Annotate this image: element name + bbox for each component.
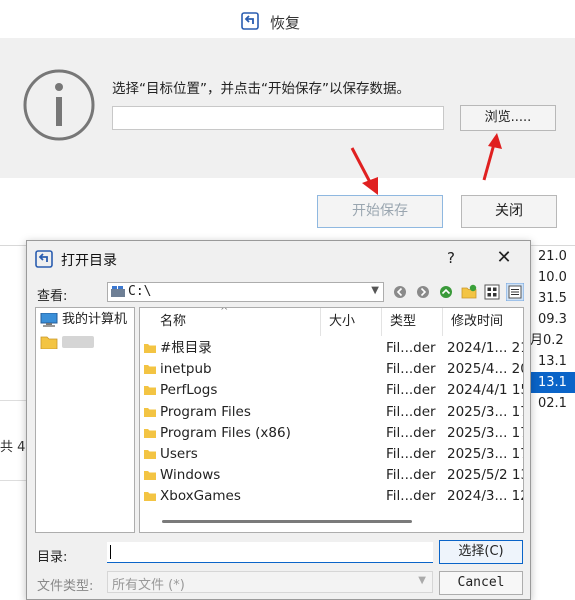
file-row[interactable]: Users Fil...der 2025/3... 17 <box>140 444 523 465</box>
info-icon <box>23 69 95 141</box>
open-dialog-title: 打开目录 <box>61 253 117 269</box>
start-save-button[interactable]: 开始保存 <box>317 195 443 228</box>
file-row[interactable]: PerfLogs Fil...der 2024/4/1 15 <box>140 380 523 401</box>
restore-dialog: 恢复 选择“目标位置”，并点击“开始保存”以保存数据。 浏览..... 开始保存… <box>0 0 575 246</box>
folder-icon <box>144 344 156 353</box>
folder-icon <box>144 428 156 438</box>
look-in-value: C:\ <box>128 284 152 299</box>
file-row[interactable]: inetpub Fil...der 2025/4... 20 <box>140 359 523 380</box>
horizontal-scrollbar[interactable] <box>144 518 521 526</box>
background-row: 10.0 <box>538 270 567 285</box>
file-list: ^ 名称 大小 类型 修改时间 #根目录 Fil...der 2024/1... 2… <box>139 307 524 533</box>
file-name: Users <box>160 446 198 462</box>
column-header-size[interactable]: 大小 <box>321 308 382 336</box>
background-count-text: 共 4 <box>0 440 26 455</box>
sort-ascending-icon: ^ <box>220 307 229 317</box>
folder-icon <box>144 386 156 396</box>
file-row[interactable]: Windows Fil...der 2025/5/2 13 <box>140 465 523 486</box>
file-modified: 2024/4/1 15 <box>447 382 523 399</box>
background-row: 31.5 <box>538 291 567 306</box>
directory-input[interactable] <box>107 542 433 563</box>
file-type: Fil...der <box>386 361 436 378</box>
file-type: Fil...der <box>386 446 436 462</box>
file-modified: 2025/3... 17 <box>447 424 523 441</box>
folder-icon <box>144 365 156 375</box>
column-header-type[interactable]: 类型 <box>382 308 443 336</box>
close-button[interactable]: 关闭 <box>461 195 557 228</box>
new-folder-icon[interactable] <box>460 283 478 301</box>
file-name: Windows <box>160 467 221 484</box>
folder-icon <box>40 336 58 349</box>
sidebar-item-folder[interactable] <box>40 332 94 352</box>
folder-icon <box>144 407 156 417</box>
restore-dialog-title: 恢复 <box>270 14 301 32</box>
background-row: 09.3 <box>538 312 567 327</box>
file-modified: 2025/3... 17 <box>447 446 523 462</box>
file-name: XboxGames <box>160 488 241 505</box>
restore-instruction: 选择“目标位置”，并点击“开始保存”以保存数据。 <box>112 81 410 97</box>
folder-icon <box>144 492 156 502</box>
column-header-name[interactable]: ^ 名称 <box>140 308 321 336</box>
column-header-modified[interactable]: 修改时间 <box>443 308 523 336</box>
list-view-icon[interactable] <box>483 283 501 301</box>
file-type: Fil...der <box>386 424 436 441</box>
background-row: 02.1 <box>538 396 567 411</box>
background-row: 13.1 <box>530 372 575 393</box>
file-name: Program Files (x86) <box>160 424 291 441</box>
help-button[interactable]: ? <box>441 247 461 269</box>
back-icon[interactable] <box>391 283 409 301</box>
file-name: #根目录 <box>160 340 212 356</box>
sidebar-item-label: 我的计算机 <box>62 312 128 327</box>
file-modified: 2024/3... 12 <box>447 488 523 505</box>
file-type: Fil...der <box>386 340 436 356</box>
file-modified: 2025/4... 20 <box>447 361 523 378</box>
file-type-combo[interactable]: 所有文件 (*) ▼ <box>107 571 433 593</box>
close-dialog-button[interactable]: ✕ <box>493 247 515 269</box>
file-name: Program Files <box>160 403 251 420</box>
select-button[interactable]: 选择(C) <box>439 540 523 564</box>
app-logo-icon <box>35 250 53 268</box>
file-name: PerfLogs <box>160 382 218 399</box>
detail-view-icon[interactable] <box>506 283 524 301</box>
file-type: Fil...der <box>386 467 436 484</box>
app-logo-icon <box>241 12 259 30</box>
computer-icon <box>40 312 58 327</box>
file-type: Fil...der <box>386 488 436 505</box>
sidebar-item-my-computer[interactable]: 我的计算机 <box>40 310 127 330</box>
file-modified: 2025/3... 17 <box>447 403 523 420</box>
file-type: Fil...der <box>386 382 436 399</box>
file-row[interactable]: Program Files Fil...der 2025/3... 17 <box>140 402 523 423</box>
text-caret <box>110 545 111 559</box>
file-name: inetpub <box>160 361 212 378</box>
chevron-down-icon: ▼ <box>418 575 426 586</box>
file-type-label: 文件类型: <box>37 579 94 594</box>
redacted-label <box>62 335 94 348</box>
look-in-combo[interactable]: C:\ ▼ <box>107 282 384 302</box>
cancel-button[interactable]: Cancel <box>439 571 523 595</box>
forward-icon[interactable] <box>414 283 432 301</box>
folder-icon <box>144 450 156 459</box>
background-row: 21.0 <box>538 249 567 264</box>
chevron-down-icon: ▼ <box>371 285 379 296</box>
look-in-label: 查看: <box>37 289 68 304</box>
folder-icon <box>144 471 156 481</box>
file-row[interactable]: #根目录 Fil...der 2024/1... 21 <box>140 338 523 359</box>
directory-label: 目录: <box>37 550 68 565</box>
drive-icon <box>111 286 125 297</box>
file-row[interactable]: Program Files (x86) Fil...der 2025/3... 17 <box>140 423 523 444</box>
file-modified: 2025/5/2 13 <box>447 467 523 484</box>
target-path-input[interactable] <box>112 106 444 130</box>
background-row: 13.1 <box>538 354 567 369</box>
scrollbar-thumb[interactable] <box>162 520 412 523</box>
places-sidebar: 我的计算机 <box>35 307 135 533</box>
file-type-value: 所有文件 (*) <box>112 578 185 593</box>
parent-directory-icon[interactable] <box>437 283 455 301</box>
browse-button[interactable]: 浏览..... <box>460 105 556 131</box>
file-type: Fil...der <box>386 403 436 420</box>
file-modified: 2024/1... 21 <box>447 340 523 356</box>
file-row[interactable]: XboxGames Fil...der 2024/3... 12 <box>140 486 523 507</box>
open-directory-dialog: 打开目录 ? ✕ 查看: C:\ ▼ 我的计算机 ^ 名称 大小 类型 修改时间… <box>26 240 531 600</box>
background-table-fragment: 21.0 10.0 31.5 09.3 月0.2 13.1 13.1 02.1 <box>530 240 575 411</box>
